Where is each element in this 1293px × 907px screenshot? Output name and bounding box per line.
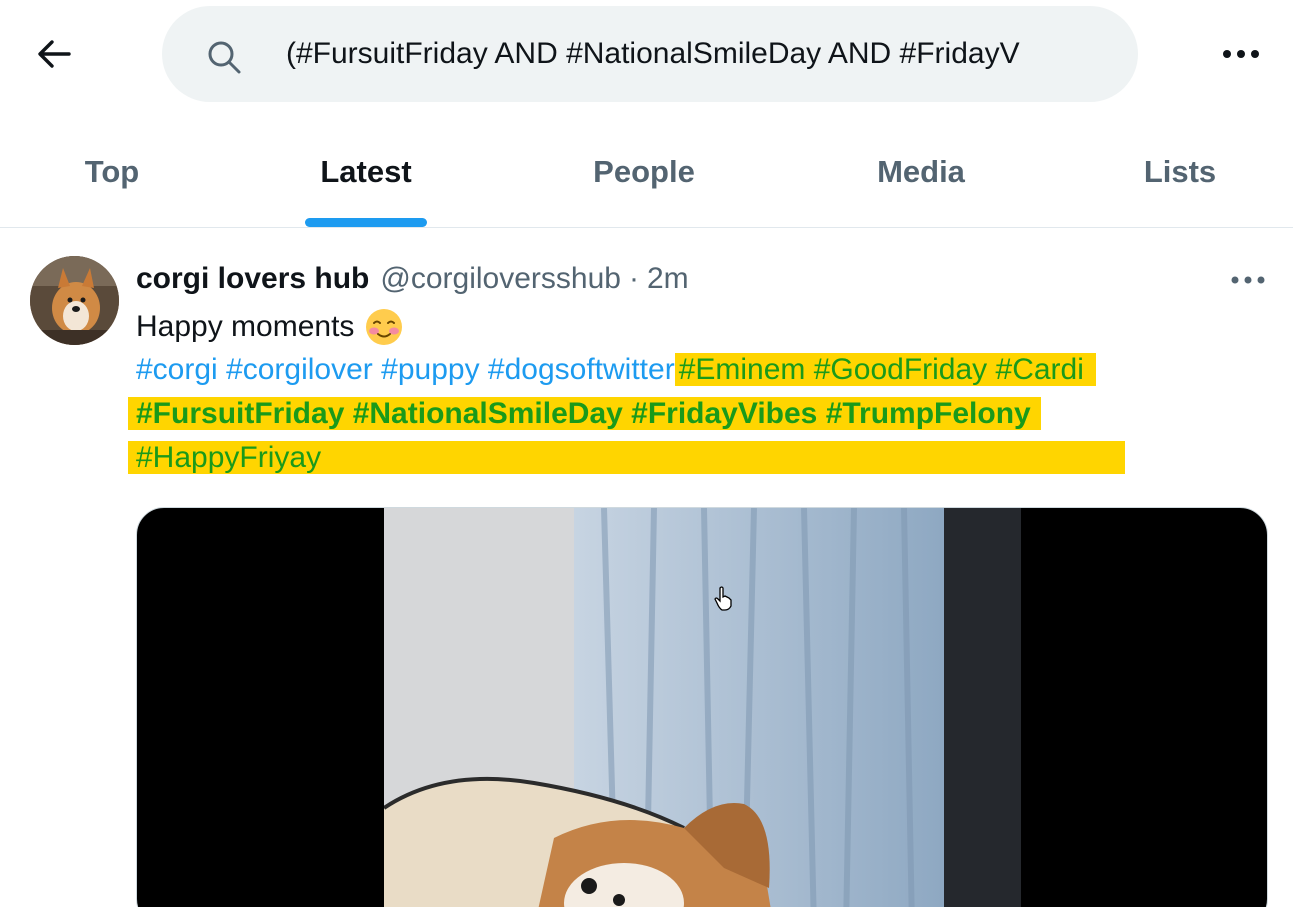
highlighted-hashtags[interactable]: #Eminem #GoodFriday #Cardi [674,353,1096,386]
active-tab-indicator [305,218,427,227]
post-body: Happy moments [136,310,355,343]
hashtag-link[interactable]: #puppy [381,353,479,386]
post-time[interactable]: 2m [647,262,689,296]
back-button[interactable] [24,30,84,78]
post-more-button[interactable] [1222,265,1274,295]
corgi-avatar-image [30,256,119,345]
author-handle[interactable]: @corgiloversshub [380,262,621,296]
search-icon [208,41,241,74]
search-header [0,0,1293,110]
search-input[interactable] [286,28,1112,80]
video-media[interactable] [136,507,1268,907]
hashtag-line-2: #FursuitFriday #NationalSmileDay #Friday… [128,392,1041,436]
more-options-button[interactable] [1212,34,1270,74]
hashtag-link[interactable]: #dogsoftwitter [488,353,675,386]
tab-lists[interactable]: Lists [1130,116,1230,228]
tab-top[interactable]: Top [62,116,162,228]
more-horizontal-icon [1223,50,1259,58]
search-bar[interactable] [162,6,1138,102]
tab-people[interactable]: People [574,116,714,228]
smiling-face-with-blush-icon [366,309,403,345]
hashtag-line-3: #HappyFriyay [128,436,1126,480]
hand-cursor-icon [714,586,732,611]
post[interactable]: corgi lovers hub @corgiloversshub · 2m H… [0,229,1293,907]
tab-latest[interactable]: Latest [296,116,436,228]
highlighted-hashtags[interactable]: #HappyFriyay [128,441,1126,474]
corgi-video-thumbnail [384,508,1021,907]
arrow-left-icon [38,40,71,68]
post-header: corgi lovers hub @corgiloversshub · 2m [136,257,689,301]
search-tabs: Top Latest People Media Lists [0,116,1293,228]
separator-dot: · [628,262,639,295]
video-frame [384,508,1021,907]
tab-media[interactable]: Media [856,116,986,228]
author-name[interactable]: corgi lovers hub [136,262,369,296]
hashtag-link[interactable]: #corgilover [226,353,373,386]
more-horizontal-icon [1231,276,1265,284]
avatar[interactable] [30,256,119,345]
hashtag-link[interactable]: #corgi [136,353,218,386]
search-results-page: Top Latest People Media Lists corgi love… [0,0,1293,907]
post-text: Happy moments [136,307,404,347]
hashtag-line-1: #corgi #corgilover #puppy #dogsoftwitter… [136,348,1096,392]
highlighted-hashtags[interactable]: #FursuitFriday #NationalSmileDay #Friday… [128,397,1041,430]
